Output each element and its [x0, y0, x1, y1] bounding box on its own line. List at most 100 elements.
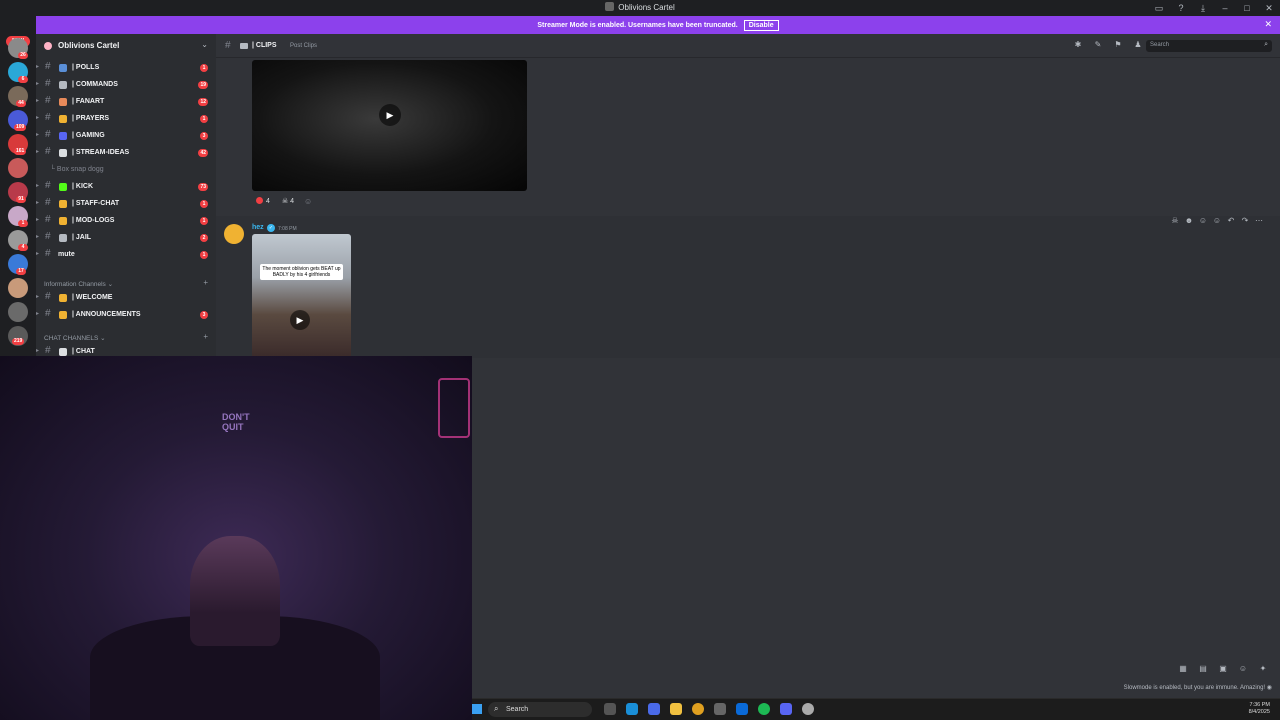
store-icon[interactable] [714, 703, 726, 715]
channel-emoji-icon [59, 115, 67, 123]
chevron-right-icon[interactable]: ▸ [36, 233, 39, 240]
add-channel-icon[interactable]: + [203, 278, 208, 287]
channel-item[interactable]: ▸ # | KICK 73 [36, 179, 216, 195]
streamer [190, 536, 280, 646]
chevron-right-icon[interactable]: ▸ [36, 148, 39, 155]
message-composer[interactable]: ▦ ▤ ▣ ☺ ✦ [472, 660, 1280, 680]
chevron-right-icon[interactable]: ▸ [36, 182, 39, 189]
start-icon[interactable] [472, 704, 482, 714]
maximize-icon[interactable]: □ [1236, 0, 1258, 16]
search-input[interactable]: Search ⌕ [1146, 40, 1272, 52]
channel-item[interactable]: ▸ # | FANART 12 [36, 94, 216, 110]
download-icon[interactable]: ⤓ [1192, 0, 1214, 16]
emoji-icon[interactable]: ☺ [1238, 664, 1248, 673]
server-icon[interactable] [8, 158, 28, 178]
edge-icon[interactable] [626, 703, 638, 715]
channel-sidebar: Oblivions Cartel ⌄ ▸ # | POLLS 1 ▸ # | COMMAND… [36, 34, 216, 360]
channel-item[interactable]: ▸ # | ANNOUNCEMENTS 3 [36, 307, 216, 323]
disable-button[interactable]: Disable [743, 20, 779, 31]
chevron-right-icon[interactable]: ▸ [36, 310, 39, 317]
minimize-icon[interactable]: – [1214, 0, 1236, 16]
channel-item[interactable]: ▸ # | JAIL 2 [36, 230, 216, 246]
video-attachment[interactable]: ▶ [252, 60, 527, 191]
play-icon[interactable]: ▶ [290, 310, 310, 330]
thread-item[interactable]: └ Box snap dogg [50, 166, 104, 173]
hashtag-icon: # [45, 112, 51, 123]
category-chat[interactable]: CHAT CHANNELS ⌄ [44, 334, 106, 342]
chevron-right-icon[interactable]: ▸ [36, 114, 39, 121]
chevron-right-icon[interactable]: ▸ [36, 131, 39, 138]
members-icon[interactable]: ♟ [1132, 40, 1144, 49]
chevron-right-icon[interactable]: ▸ [36, 97, 39, 104]
channel-item[interactable]: ▸ # | PRAYERS 1 [36, 111, 216, 127]
chevron-right-icon[interactable]: ▸ [36, 216, 39, 223]
chevron-right-icon[interactable]: ▸ [36, 250, 39, 257]
reply-icon[interactable]: ↶ [1226, 216, 1236, 228]
clock[interactable]: 7:36 PM 8/4/2025 [1249, 702, 1270, 716]
chevron-right-icon[interactable]: ▸ [36, 199, 39, 206]
spotify-icon[interactable] [758, 703, 770, 715]
reaction-button[interactable]: ☠ 4 [278, 196, 298, 208]
channel-item[interactable]: ▸ # | STAFF-CHAT 1 [36, 196, 216, 212]
reaction-button[interactable]: 4 [252, 196, 274, 208]
slowmode-text: Slowmode is enabled, but you are immune.… [1123, 685, 1266, 691]
notification-bell-icon[interactable]: ✎ [1092, 40, 1104, 49]
chevron-right-icon[interactable]: ▸ [36, 63, 39, 70]
discord-icon[interactable] [780, 703, 792, 715]
taskbar-search[interactable]: ⌕ Search [488, 702, 592, 717]
play-icon[interactable]: ▶ [379, 104, 401, 126]
channel-item[interactable]: ▸ # | WELCOME [36, 290, 216, 306]
forward-icon[interactable]: ↷ [1240, 216, 1250, 228]
chevron-right-icon[interactable]: ▸ [36, 293, 39, 300]
copilot-icon[interactable] [648, 703, 660, 715]
threads-icon[interactable]: ✱ [1072, 40, 1084, 49]
task-view-icon[interactable] [604, 703, 616, 715]
channel-label: | JAIL [72, 234, 92, 241]
apps-icon[interactable]: ✦ [1258, 664, 1268, 673]
help-icon[interactable]: ? [1170, 0, 1192, 16]
channel-label: | CHAT [72, 348, 95, 355]
channel-item[interactable]: ▸ # mute 1 [36, 247, 216, 263]
channel-item[interactable]: ▸ # | MOD-LOGS 1 [36, 213, 216, 229]
banner-message: Streamer Mode is enabled. Usernames have… [537, 22, 738, 29]
file-explorer-icon[interactable] [670, 703, 682, 715]
channel-item[interactable]: ▸ # | STREAM-IDEAS 42 [36, 145, 216, 161]
emoji-reaction-icon[interactable]: ☻ [1184, 216, 1194, 228]
server-icon [44, 42, 52, 50]
channel-label: | KICK [72, 183, 94, 190]
server-icon[interactable] [8, 302, 28, 322]
chevron-right-icon[interactable]: ▸ [36, 80, 39, 87]
channel-item[interactable]: ▸ # | POLLS 1 [36, 60, 216, 76]
add-reaction-icon[interactable]: ☺ [1212, 216, 1222, 228]
channel-emoji-icon [59, 132, 67, 140]
server-icon[interactable] [8, 278, 28, 298]
unread-badge: 1 [200, 251, 208, 259]
close-window-icon[interactable]: ✕ [1258, 0, 1280, 16]
message-author[interactable]: hez [252, 224, 264, 231]
chrome-icon[interactable] [692, 703, 704, 715]
inbox-icon[interactable]: ▭ [1148, 0, 1170, 16]
channel-item[interactable]: ▸ # | COMMANDS 19 [36, 77, 216, 93]
pin-icon[interactable]: ⚑ [1112, 40, 1124, 49]
add-channel-icon[interactable]: + [203, 332, 208, 341]
sticker-icon[interactable]: ▣ [1218, 664, 1228, 673]
category-information[interactable]: Information Channels ⌄ [44, 280, 113, 288]
chevron-right-icon[interactable]: ▸ [36, 347, 39, 354]
channel-item[interactable]: ▸ # | GAMING 3 [36, 128, 216, 144]
obs-icon[interactable] [802, 703, 814, 715]
server-header[interactable]: Oblivions Cartel ⌄ [36, 38, 216, 54]
gift-icon[interactable]: ▦ [1178, 664, 1188, 673]
close-banner-icon[interactable]: ✕ [1264, 19, 1272, 30]
add-reaction-icon[interactable]: ☺ [302, 196, 314, 208]
chevron-down-icon[interactable]: ⌄ [201, 40, 208, 49]
emoji-reaction-icon[interactable]: ☺ [1198, 216, 1208, 228]
outlook-icon[interactable] [736, 703, 748, 715]
gif-icon[interactable]: ▤ [1198, 664, 1208, 673]
unread-badge: 73 [198, 183, 208, 191]
skull-reaction-icon[interactable]: ☠ [1170, 216, 1180, 228]
video-attachment[interactable]: The moment oblivion gets BEAT up BADLY b… [252, 234, 351, 358]
unread-badge: 1 [200, 217, 208, 225]
app-icon [605, 2, 615, 11]
more-icon[interactable]: ⋯ [1254, 216, 1264, 228]
avatar[interactable] [224, 224, 244, 244]
